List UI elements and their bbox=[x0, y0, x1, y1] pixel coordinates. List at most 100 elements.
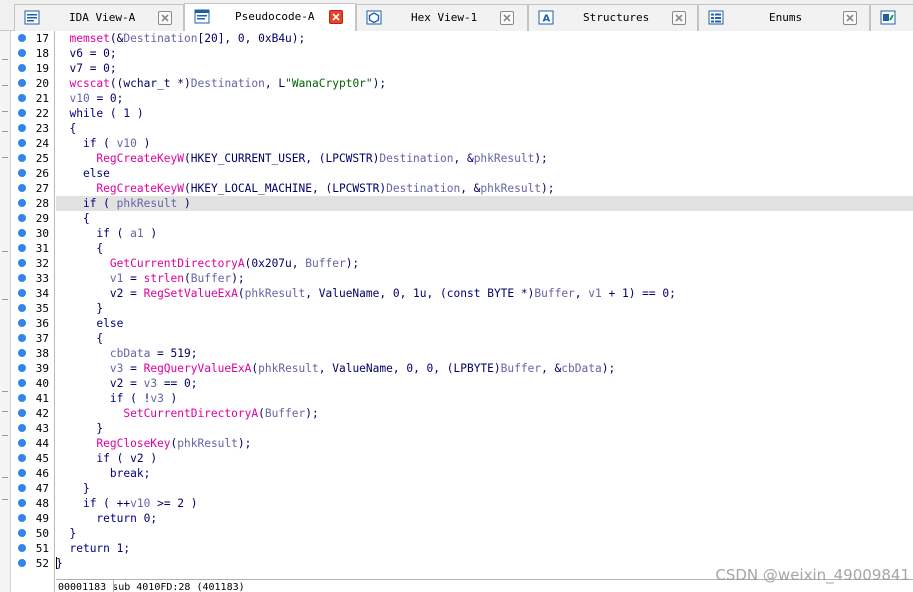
line-number-row[interactable]: 47 bbox=[11, 481, 55, 496]
line-number-row[interactable]: 34 bbox=[11, 286, 55, 301]
breakpoint-dot-icon[interactable] bbox=[18, 259, 26, 267]
code-line[interactable]: v3 = RegQueryValueExA(phkResult, ValueNa… bbox=[56, 361, 913, 376]
code-line[interactable]: RegCreateKeyW(HKEY_CURRENT_USER, (LPCWST… bbox=[56, 151, 913, 166]
line-number-row[interactable]: 29 bbox=[11, 211, 55, 226]
code-line[interactable]: v2 = RegSetValueExA(phkResult, ValueName… bbox=[56, 286, 913, 301]
breakpoint-dot-icon[interactable] bbox=[18, 184, 26, 192]
line-number-row[interactable]: 40 bbox=[11, 376, 55, 391]
breakpoint-dot-icon[interactable] bbox=[18, 394, 26, 402]
pseudocode-view[interactable]: memset(&Destination[20], 0, 0xB4u); v6 =… bbox=[56, 31, 913, 579]
breakpoint-dot-icon[interactable] bbox=[18, 289, 26, 297]
breakpoint-dot-icon[interactable] bbox=[18, 34, 26, 42]
breakpoint-dot-icon[interactable] bbox=[18, 64, 26, 72]
code-line[interactable]: { bbox=[56, 121, 913, 136]
line-number-row[interactable]: 45 bbox=[11, 451, 55, 466]
breakpoint-dot-icon[interactable] bbox=[18, 304, 26, 312]
code-line[interactable]: RegCloseKey(phkResult); bbox=[56, 436, 913, 451]
line-number-row[interactable]: 25 bbox=[11, 151, 55, 166]
code-line[interactable]: wcscat((wchar_t *)Destination, L"WanaCry… bbox=[56, 76, 913, 91]
tab-ida-view-a[interactable]: IDA View-A bbox=[14, 4, 184, 31]
line-number-row[interactable]: 28 bbox=[11, 196, 55, 211]
close-icon[interactable] bbox=[672, 11, 686, 25]
line-number-row[interactable]: 32 bbox=[11, 256, 55, 271]
tab-hex-view-1[interactable]: Hex View-1 bbox=[356, 4, 528, 31]
line-number-row[interactable]: 27 bbox=[11, 181, 55, 196]
code-line[interactable]: { bbox=[56, 331, 913, 346]
breakpoint-dot-icon[interactable] bbox=[18, 424, 26, 432]
line-number-row[interactable]: 22 bbox=[11, 106, 55, 121]
breakpoint-dot-icon[interactable] bbox=[18, 334, 26, 342]
breakpoint-dot-icon[interactable] bbox=[18, 139, 26, 147]
code-line[interactable]: { bbox=[56, 211, 913, 226]
line-number-row[interactable]: 50 bbox=[11, 526, 55, 541]
breakpoint-dot-icon[interactable] bbox=[18, 319, 26, 327]
breakpoint-dot-icon[interactable] bbox=[18, 544, 26, 552]
breakpoint-dot-icon[interactable] bbox=[18, 499, 26, 507]
code-line[interactable]: cbData = 519; bbox=[56, 346, 913, 361]
line-number-row[interactable]: 30 bbox=[11, 226, 55, 241]
breakpoint-dot-icon[interactable] bbox=[18, 199, 26, 207]
tab-structures[interactable]: A Structures bbox=[528, 4, 698, 31]
line-number-row[interactable]: 37 bbox=[11, 331, 55, 346]
breakpoint-dot-icon[interactable] bbox=[18, 109, 26, 117]
code-line[interactable]: if ( ++v10 >= 2 ) bbox=[56, 496, 913, 511]
breakpoint-dot-icon[interactable] bbox=[18, 364, 26, 372]
line-number-row[interactable]: 46 bbox=[11, 466, 55, 481]
code-line[interactable]: } bbox=[56, 301, 913, 316]
close-icon[interactable] bbox=[158, 11, 172, 25]
breakpoint-dot-icon[interactable] bbox=[18, 454, 26, 462]
code-line[interactable]: GetCurrentDirectoryA(0x207u, Buffer); bbox=[56, 256, 913, 271]
breakpoint-dot-icon[interactable] bbox=[18, 274, 26, 282]
breakpoint-dot-icon[interactable] bbox=[18, 559, 26, 567]
close-icon[interactable] bbox=[500, 11, 514, 25]
code-line[interactable]: if ( v10 ) bbox=[56, 136, 913, 151]
code-line[interactable]: memset(&Destination[20], 0, 0xB4u); bbox=[56, 31, 913, 46]
code-line[interactable]: } bbox=[56, 526, 913, 541]
code-line[interactable]: } bbox=[56, 421, 913, 436]
code-line[interactable]: return 1; bbox=[56, 541, 913, 556]
line-number-row[interactable]: 21 bbox=[11, 91, 55, 106]
tab-overflow[interactable] bbox=[870, 4, 913, 31]
line-number-row[interactable]: 38 bbox=[11, 346, 55, 361]
code-line[interactable]: if ( phkResult ) bbox=[56, 196, 913, 211]
breakpoint-dot-icon[interactable] bbox=[18, 529, 26, 537]
line-number-row[interactable]: 19 bbox=[11, 61, 55, 76]
breakpoint-dot-icon[interactable] bbox=[18, 484, 26, 492]
breakpoint-dot-icon[interactable] bbox=[18, 169, 26, 177]
code-line[interactable]: SetCurrentDirectoryA(Buffer); bbox=[56, 406, 913, 421]
breakpoint-dot-icon[interactable] bbox=[18, 379, 26, 387]
line-number-row[interactable]: 44 bbox=[11, 436, 55, 451]
breakpoint-dot-icon[interactable] bbox=[18, 244, 26, 252]
code-line[interactable]: if ( a1 ) bbox=[56, 226, 913, 241]
breakpoint-dot-icon[interactable] bbox=[18, 439, 26, 447]
code-line[interactable]: v10 = 0; bbox=[56, 91, 913, 106]
line-number-row[interactable]: 48 bbox=[11, 496, 55, 511]
line-number-row[interactable]: 31 bbox=[11, 241, 55, 256]
code-line[interactable]: return 0; bbox=[56, 511, 913, 526]
tab-pseudocode-a[interactable]: Pseudocode-A bbox=[184, 3, 356, 31]
code-line[interactable]: { bbox=[56, 241, 913, 256]
line-number-row[interactable]: 35 bbox=[11, 301, 55, 316]
code-line[interactable]: break; bbox=[56, 466, 913, 481]
line-number-row[interactable]: 17 bbox=[11, 31, 55, 46]
breakpoint-dot-icon[interactable] bbox=[18, 409, 26, 417]
line-number-row[interactable]: 42 bbox=[11, 406, 55, 421]
line-number-row[interactable]: 23 bbox=[11, 121, 55, 136]
code-line[interactable]: if ( v2 ) bbox=[56, 451, 913, 466]
breakpoint-dot-icon[interactable] bbox=[18, 124, 26, 132]
code-line[interactable]: else bbox=[56, 316, 913, 331]
code-line[interactable]: } bbox=[56, 481, 913, 496]
code-line[interactable]: v2 = v3 == 0; bbox=[56, 376, 913, 391]
line-number-row[interactable]: 39 bbox=[11, 361, 55, 376]
line-number-row[interactable]: 41 bbox=[11, 391, 55, 406]
line-number-row[interactable]: 43 bbox=[11, 421, 55, 436]
line-number-row[interactable]: 51 bbox=[11, 541, 55, 556]
code-line[interactable]: v1 = strlen(Buffer); bbox=[56, 271, 913, 286]
code-line[interactable]: v6 = 0; bbox=[56, 46, 913, 61]
line-number-row[interactable]: 52 bbox=[11, 556, 55, 571]
line-number-row[interactable]: 20 bbox=[11, 76, 55, 91]
code-line[interactable]: while ( 1 ) bbox=[56, 106, 913, 121]
breakpoint-dot-icon[interactable] bbox=[18, 49, 26, 57]
line-number-row[interactable]: 26 bbox=[11, 166, 55, 181]
line-number-row[interactable]: 33 bbox=[11, 271, 55, 286]
